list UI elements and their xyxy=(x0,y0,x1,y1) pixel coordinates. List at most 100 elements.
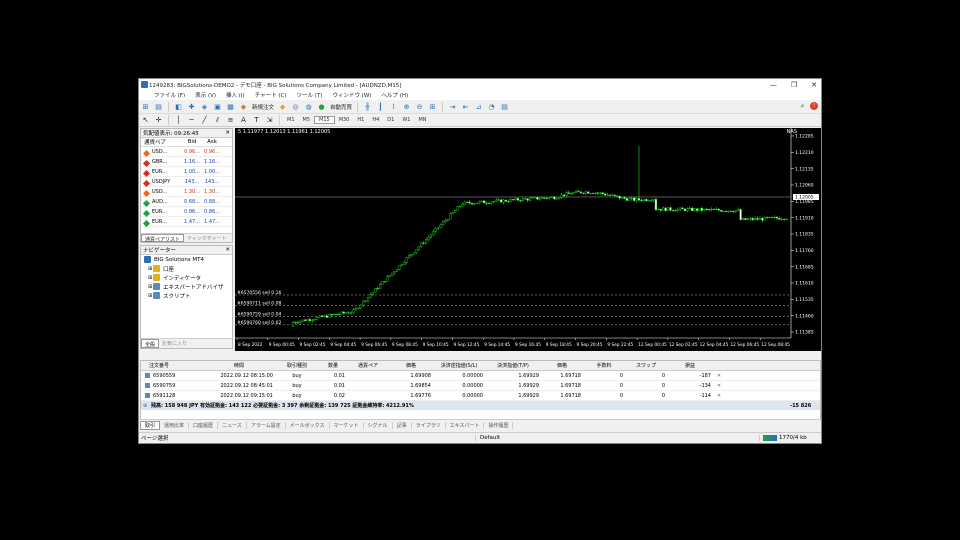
menu-window[interactable]: ウィンドウ (W) xyxy=(327,91,376,99)
horizontal-line-icon[interactable]: ─ xyxy=(186,115,197,125)
trade-row[interactable]: 6590759 2022.09.12 08:45:01 buy 0.01 1.69854… xyxy=(141,381,820,391)
market-watch-row[interactable]: AUD... 0.68... 0.68... xyxy=(141,197,232,207)
timeframe-d1[interactable]: D1 xyxy=(383,117,398,123)
profiles-icon[interactable]: ▤ xyxy=(153,102,164,112)
terminal-column-header[interactable]: 価格 xyxy=(389,362,433,369)
market-watch-row[interactable]: USD... 0.96... 0.96... xyxy=(141,147,232,157)
tester-icon[interactable]: ▦ xyxy=(225,102,236,112)
market-watch-row[interactable]: EUR... 1.00... 1.00... xyxy=(141,167,232,177)
market-watch-row[interactable]: USD... 1.30... 1.30... xyxy=(141,187,232,197)
minimize-button[interactable]: — xyxy=(770,81,777,89)
tab-common[interactable]: 全般 xyxy=(141,339,160,348)
market-watch-close-icon[interactable]: ✕ xyxy=(225,130,232,136)
new-order-icon[interactable]: ◆ xyxy=(238,102,249,112)
chart-shift-icon[interactable]: ⇤ xyxy=(460,102,471,112)
line-chart-icon[interactable]: ⌇ xyxy=(388,102,399,112)
terminal-tab[interactable]: マーケット xyxy=(330,421,364,429)
auto-trade-button[interactable]: 自動売買 xyxy=(328,103,354,111)
periods-icon[interactable]: ◔ xyxy=(486,102,497,112)
menu-file[interactable]: ファイル (F) xyxy=(149,91,190,99)
vps-icon[interactable]: ◍ xyxy=(303,102,314,112)
terminal-column-header[interactable]: 手数料 xyxy=(583,362,625,369)
menu-chart[interactable]: チャート (C) xyxy=(250,91,292,99)
terminal-column-header[interactable]: 通貨ペア xyxy=(347,362,389,369)
navigator-close-icon[interactable]: ✕ xyxy=(225,247,232,253)
menu-help[interactable]: ヘルプ (H) xyxy=(376,91,413,99)
search-icon[interactable]: ⌕ xyxy=(797,102,808,112)
notification-icon[interactable]: ! xyxy=(810,101,818,110)
chart-canvas[interactable]: #6570556 sell 0.16 #6590711 sell 0.08 #659… xyxy=(235,128,821,351)
maximize-button[interactable]: ❐ xyxy=(791,81,797,89)
timeframe-h1[interactable]: H1 xyxy=(353,117,368,123)
trade-row[interactable]: 6590559 2022.09.12 08:15:00 buy 0.01 1.69908… xyxy=(141,371,820,381)
trendline-icon[interactable]: ╱ xyxy=(199,115,210,125)
text-icon[interactable]: A xyxy=(238,115,249,125)
menu-tools[interactable]: ツール (T) xyxy=(292,91,328,99)
market-watch-icon[interactable]: ◧ xyxy=(173,102,184,112)
chart-tabs-scrollbar[interactable] xyxy=(235,351,821,359)
navigator-item-indicators[interactable]: ⊞ インディケータ xyxy=(141,273,232,282)
terminal-column-header[interactable]: 決済指値(T/P) xyxy=(485,362,541,369)
terminal-tab[interactable]: シグナル xyxy=(364,421,393,429)
auto-trade-icon[interactable]: ● xyxy=(316,102,327,112)
arrows-icon[interactable]: ⇲ xyxy=(264,115,275,125)
candlestick-icon[interactable]: ┃ xyxy=(375,102,386,112)
navigator-item-accounts[interactable]: ⊞ 口座 xyxy=(141,264,232,273)
market-watch-row[interactable]: USDJPY 143... 143... xyxy=(141,177,232,187)
zoom-in-icon[interactable]: ⊕ xyxy=(401,102,412,112)
tab-symbols[interactable]: 通貨ペアリスト xyxy=(141,234,185,243)
terminal-column-header[interactable]: 損益 xyxy=(667,362,713,369)
timeframe-m5[interactable]: M5 xyxy=(299,117,315,123)
cursor-icon[interactable]: ↖ xyxy=(140,115,151,125)
market-watch-row[interactable]: EUR... 1.47... 1.47... xyxy=(141,217,232,227)
navigator-icon[interactable]: ◈ xyxy=(199,102,210,112)
vertical-line-icon[interactable]: │ xyxy=(173,115,184,125)
timeframe-m30[interactable]: M30 xyxy=(335,117,354,123)
terminal-tab[interactable]: ニュース xyxy=(218,421,247,429)
timeframe-mn[interactable]: MN xyxy=(414,117,430,123)
timeframe-w1[interactable]: W1 xyxy=(398,117,414,123)
data-window-icon[interactable]: ✚ xyxy=(186,102,197,112)
terminal-column-header[interactable]: 価格 xyxy=(541,362,583,369)
market-watch-row[interactable]: GBR... 1.16... 1.16... xyxy=(141,157,232,167)
timeframe-m15[interactable]: M15 xyxy=(314,116,335,124)
navigator-item-scripts[interactable]: ⊞ スクリプト xyxy=(141,291,232,300)
terminal-tab[interactable]: アラーム設定 xyxy=(247,421,286,429)
templates-icon[interactable]: ▤ xyxy=(499,102,510,112)
terminal-tab[interactable]: 取引 xyxy=(140,420,161,430)
close-order-icon[interactable]: ✕ xyxy=(713,383,725,389)
terminal-tab[interactable]: 操作履歴 xyxy=(484,421,514,429)
trade-row[interactable]: 6591128 2022.09.12 09:15:01 buy 0.02 1.69776… xyxy=(141,391,820,401)
tab-tick-chart[interactable]: ティックチャート xyxy=(184,234,230,242)
tab-favorites[interactable]: お気に入り xyxy=(159,339,190,348)
terminal-column-header[interactable]: スワップ xyxy=(625,362,667,369)
navigator-root[interactable]: BIG Solutions MT4 xyxy=(141,255,232,264)
navigator-item-experts[interactable]: ⊞ エキスパートアドバイザ xyxy=(141,282,232,291)
new-chart-icon[interactable]: ⊞ xyxy=(140,102,151,112)
close-button[interactable]: ✕ xyxy=(811,81,817,89)
new-order-button[interactable]: 新規注文 xyxy=(250,103,276,111)
tile-windows-icon[interactable]: ⊞ xyxy=(427,102,438,112)
column-bid[interactable]: Bid xyxy=(182,139,202,145)
indicators-icon[interactable]: ⊿ xyxy=(473,102,484,112)
terminal-column-header[interactable]: 数量 xyxy=(319,362,347,369)
market-watch-row[interactable]: EUR... 0.86... 0.86... xyxy=(141,207,232,217)
terminal-column-header[interactable]: 決済逆指値(S/L) xyxy=(433,362,485,369)
close-order-icon[interactable]: ✕ xyxy=(713,373,725,379)
terminal-column-header[interactable]: 時間 xyxy=(203,362,275,369)
price-chart[interactable]: #6570556 sell 0.16 #6590711 sell 0.08 #659… xyxy=(235,128,821,351)
close-order-icon[interactable]: ✕ xyxy=(713,393,725,399)
terminal-column-header[interactable]: 取引種別 xyxy=(275,362,319,369)
metaeditor-icon[interactable]: ◆ xyxy=(277,102,288,112)
signals-icon[interactable]: ◎ xyxy=(290,102,301,112)
column-symbol[interactable]: 通貨ペア xyxy=(141,138,182,146)
menu-view[interactable]: 表示 (V) xyxy=(190,91,221,99)
timeframe-h4[interactable]: H4 xyxy=(368,117,383,123)
terminal-tab[interactable]: 口座履歴 xyxy=(189,421,219,429)
timeframe-m1[interactable]: M1 xyxy=(283,117,299,123)
crosshair-icon[interactable]: ✛ xyxy=(153,115,164,125)
bar-chart-icon[interactable]: ╫ xyxy=(362,102,373,112)
terminal-tab[interactable]: 記事 xyxy=(393,421,412,429)
autoscroll-icon[interactable]: ⇥ xyxy=(447,102,458,112)
terminal-tab[interactable]: ライブラリ xyxy=(412,421,446,429)
